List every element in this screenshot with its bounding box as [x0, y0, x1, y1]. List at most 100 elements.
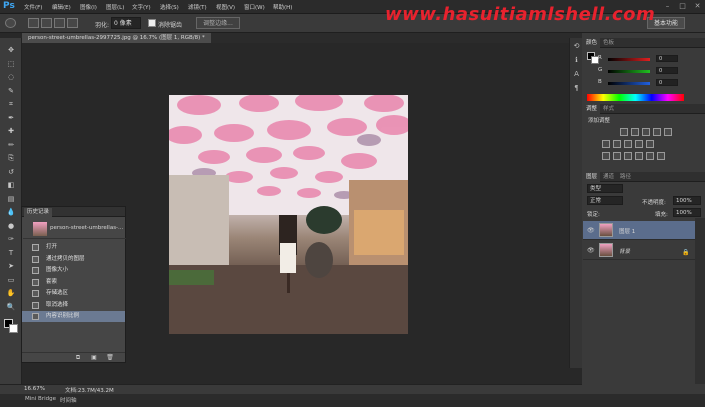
- fill-input[interactable]: 100%: [673, 208, 701, 217]
- color-lookup-icon[interactable]: [602, 152, 610, 160]
- channel-value-input[interactable]: 0: [656, 55, 678, 62]
- layer-kind-filter[interactable]: 类型: [587, 184, 623, 193]
- layer-name[interactable]: 图层 1: [619, 227, 635, 235]
- menu-layer[interactable]: 图层(L): [106, 3, 124, 11]
- properties-panel-icon[interactable]: ℹ: [572, 56, 581, 65]
- blur-icon[interactable]: 💧: [4, 208, 18, 217]
- intersect-selection-icon[interactable]: [67, 18, 78, 28]
- opacity-input[interactable]: 100%: [673, 196, 701, 205]
- layers-scrollbar[interactable]: [695, 218, 705, 384]
- photo-filter-icon[interactable]: [635, 140, 643, 148]
- color-slider-r[interactable]: R0: [598, 55, 678, 63]
- add-selection-icon[interactable]: [41, 18, 52, 28]
- tab-layers[interactable]: 图层: [583, 172, 601, 182]
- channel-bar[interactable]: [608, 70, 650, 73]
- tab-history[interactable]: 历史记录: [24, 208, 53, 217]
- history-item[interactable]: 存储选区: [22, 288, 125, 299]
- tab-timeline[interactable]: 时间轴: [60, 396, 77, 404]
- document-size[interactable]: 文档:23.7M/43.2M: [65, 386, 114, 394]
- menu-select[interactable]: 选择(S): [160, 3, 179, 11]
- channel-value-input[interactable]: 0: [656, 79, 678, 86]
- gradient-map-icon[interactable]: [657, 152, 665, 160]
- channel-value-input[interactable]: 0: [656, 67, 678, 74]
- color-slider-g[interactable]: G0: [598, 67, 678, 75]
- layer-row[interactable]: 👁 图层 1: [583, 221, 695, 240]
- visibility-eye-icon[interactable]: 👁: [587, 227, 595, 234]
- path-select-icon[interactable]: ➤: [4, 262, 18, 271]
- menu-help[interactable]: 帮助(H): [273, 3, 292, 11]
- history-item[interactable]: 打开: [22, 242, 125, 253]
- color-slider-b[interactable]: B0: [598, 79, 678, 87]
- move-icon[interactable]: ✥: [4, 46, 18, 55]
- levels-icon[interactable]: [631, 128, 639, 136]
- history-panel-icon[interactable]: ⟲: [572, 42, 581, 51]
- menu-filter[interactable]: 滤镜(T): [188, 3, 207, 11]
- marquee-icon[interactable]: ⬚: [4, 60, 18, 69]
- new-document-from-state-icon[interactable]: ⧉: [74, 354, 82, 361]
- exposure-icon[interactable]: [653, 128, 661, 136]
- curves-icon[interactable]: [642, 128, 650, 136]
- eraser-icon[interactable]: ◧: [4, 181, 18, 190]
- zoom-icon[interactable]: 🔍: [4, 303, 18, 312]
- tab-styles[interactable]: 样式: [600, 104, 617, 114]
- history-item[interactable]: 通过拷贝的图层: [22, 254, 125, 265]
- channel-bar[interactable]: [608, 58, 650, 61]
- menu-image[interactable]: 图像(I): [80, 3, 97, 11]
- refine-edge-button[interactable]: 调整边缘...: [196, 17, 240, 29]
- background-color-swatch[interactable]: [9, 324, 18, 333]
- document-image[interactable]: [169, 95, 408, 334]
- hue-saturation-icon[interactable]: [602, 140, 610, 148]
- selective-color-icon[interactable]: [646, 152, 654, 160]
- type-icon[interactable]: T: [4, 249, 18, 258]
- color-spectrum-bar[interactable]: [587, 94, 684, 101]
- hand-icon[interactable]: ✋: [4, 289, 18, 298]
- visibility-eye-icon[interactable]: 👁: [587, 247, 595, 254]
- history-item[interactable]: 套索: [22, 277, 125, 288]
- menu-edit[interactable]: 编辑(E): [52, 3, 71, 11]
- delete-state-icon[interactable]: 🗑: [106, 354, 114, 361]
- history-brush-icon[interactable]: ↺: [4, 168, 18, 177]
- crop-icon[interactable]: ⌗: [4, 100, 18, 109]
- channel-bar[interactable]: [608, 82, 650, 85]
- lasso-icon[interactable]: ◌: [4, 73, 18, 82]
- layer-row[interactable]: 👁 背景: [583, 241, 695, 260]
- eyedropper-icon[interactable]: ✒: [4, 114, 18, 123]
- blend-mode-select[interactable]: 正常: [587, 196, 623, 205]
- tab-adjustments[interactable]: 调整: [583, 104, 601, 114]
- dodge-icon[interactable]: ●: [4, 222, 18, 231]
- paragraph-panel-icon[interactable]: ¶: [572, 84, 581, 93]
- threshold-icon[interactable]: [635, 152, 643, 160]
- brightness-contrast-icon[interactable]: [620, 128, 628, 136]
- character-panel-icon[interactable]: A: [572, 70, 581, 79]
- tab-channels[interactable]: 通道: [600, 172, 617, 182]
- close-button[interactable]: ✕: [690, 0, 705, 12]
- menu-file[interactable]: 文件(F): [24, 3, 42, 11]
- zoom-level[interactable]: 16.67%: [24, 386, 45, 392]
- posterize-icon[interactable]: [624, 152, 632, 160]
- antialias-checkbox[interactable]: [148, 19, 156, 27]
- history-item[interactable]: 内容识别比例: [22, 311, 125, 322]
- stamp-icon[interactable]: ⎘: [4, 154, 18, 163]
- tab-paths[interactable]: 路径: [617, 172, 634, 182]
- layer-name[interactable]: 背景: [619, 247, 630, 255]
- color-balance-icon[interactable]: [613, 140, 621, 148]
- menu-window[interactable]: 窗口(W): [244, 3, 265, 11]
- tab-color[interactable]: 颜色: [583, 38, 601, 48]
- new-selection-icon[interactable]: [28, 18, 39, 28]
- menu-type[interactable]: 文字(Y): [132, 3, 151, 11]
- menu-view[interactable]: 视图(V): [216, 3, 235, 11]
- tab-mini-bridge[interactable]: Mini Bridge: [25, 396, 56, 402]
- history-item[interactable]: 取消选择: [22, 300, 125, 311]
- pen-icon[interactable]: ✑: [4, 235, 18, 244]
- channel-mixer-icon[interactable]: [646, 140, 654, 148]
- black-white-icon[interactable]: [624, 140, 632, 148]
- quick-select-icon[interactable]: ✎: [4, 87, 18, 96]
- tab-swatches[interactable]: 色板: [600, 38, 617, 48]
- document-tab[interactable]: person-street-umbrellas-2997725.jpg @ 16…: [22, 33, 211, 43]
- feather-input[interactable]: 0 像素: [111, 17, 141, 29]
- history-snapshot[interactable]: person-street-umbrellas-...: [23, 219, 126, 239]
- shape-icon[interactable]: ▭: [4, 276, 18, 285]
- maximize-button[interactable]: □: [675, 0, 690, 12]
- vibrance-icon[interactable]: [664, 128, 672, 136]
- minimize-button[interactable]: –: [660, 0, 675, 12]
